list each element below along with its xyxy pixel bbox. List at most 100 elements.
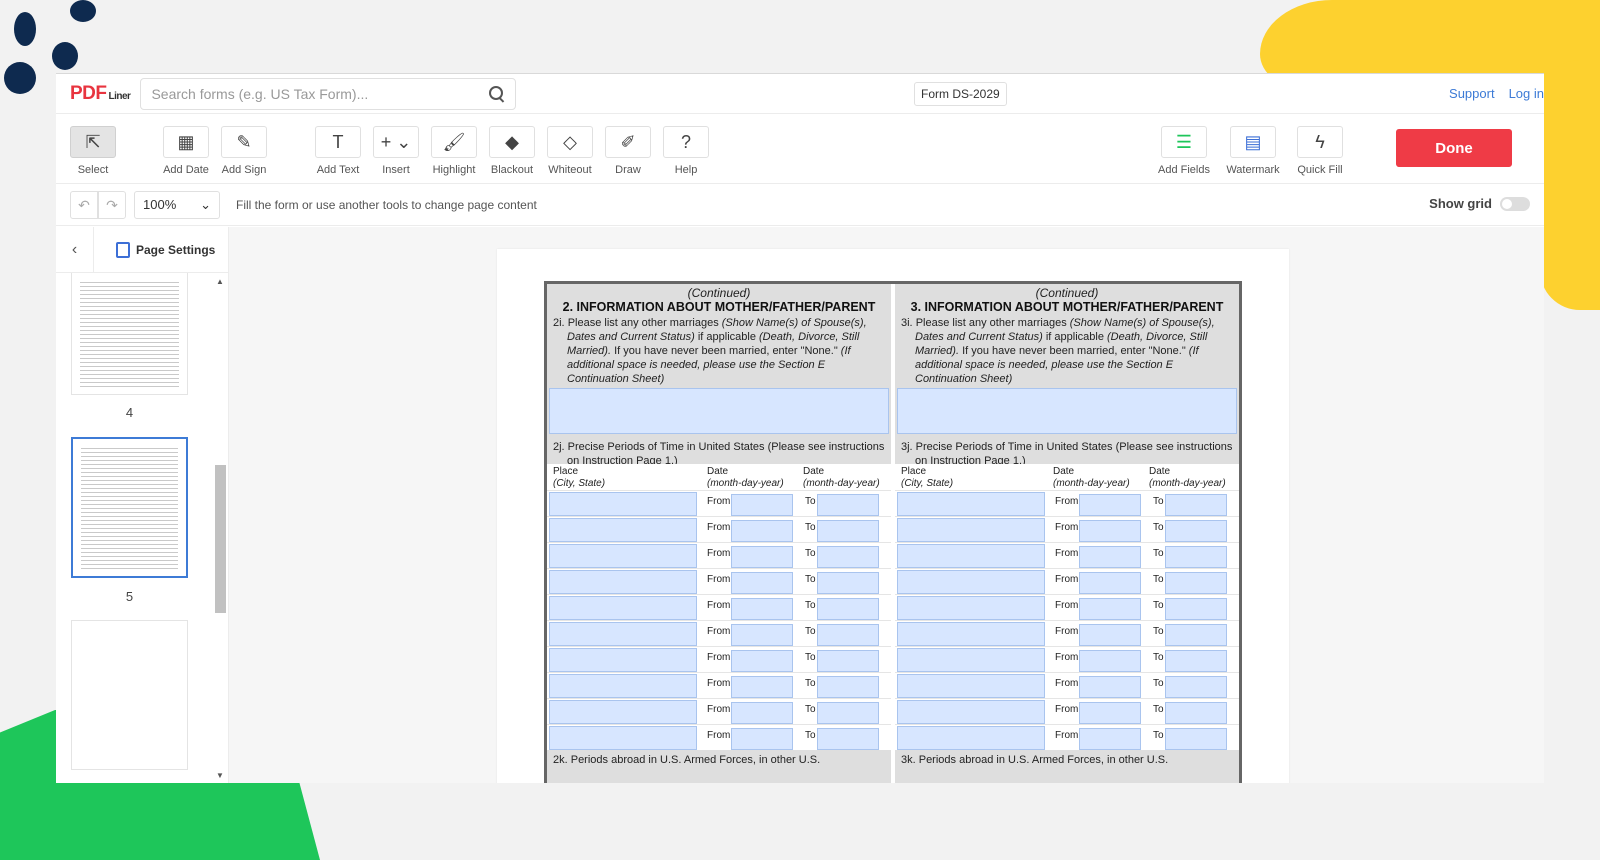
- page-thumbnail-6[interactable]: [71, 620, 188, 770]
- redo-icon[interactable]: ↷: [98, 191, 126, 219]
- watermark-tool[interactable]: ▤ Watermark: [1223, 126, 1283, 176]
- done-button[interactable]: Done: [1396, 129, 1512, 167]
- to-date-input[interactable]: [817, 676, 879, 698]
- place-input[interactable]: [549, 700, 697, 724]
- place-input[interactable]: [897, 700, 1045, 724]
- quick-fill-tool[interactable]: ϟ Quick Fill: [1290, 126, 1350, 176]
- show-grid-toggle[interactable]: Show grid: [1429, 196, 1530, 211]
- page-thumbnail-5[interactable]: [71, 437, 188, 578]
- from-date-input[interactable]: [731, 676, 793, 698]
- help-tool[interactable]: ? Help: [656, 126, 716, 176]
- from-date-input[interactable]: [1079, 624, 1141, 646]
- place-input[interactable]: [897, 570, 1045, 594]
- from-date-input[interactable]: [1079, 598, 1141, 620]
- place-input[interactable]: [549, 674, 697, 698]
- place-input[interactable]: [897, 622, 1045, 646]
- place-input[interactable]: [549, 648, 697, 672]
- undo-icon[interactable]: ↶: [70, 191, 98, 219]
- scrollbar-thumb[interactable]: [215, 465, 226, 613]
- place-input[interactable]: [549, 492, 697, 516]
- from-date-input[interactable]: [731, 572, 793, 594]
- place-input[interactable]: [897, 492, 1045, 516]
- scroll-down-icon[interactable]: ▼: [216, 771, 224, 780]
- from-date-input[interactable]: [1079, 650, 1141, 672]
- from-date-input[interactable]: [731, 728, 793, 750]
- from-date-input[interactable]: [731, 546, 793, 568]
- to-date-input[interactable]: [1165, 728, 1227, 750]
- support-link[interactable]: Support: [1449, 86, 1495, 101]
- marriages-field-3i[interactable]: [897, 388, 1237, 434]
- from-date-input[interactable]: [1079, 520, 1141, 542]
- place-input[interactable]: [897, 726, 1045, 750]
- to-date-input[interactable]: [1165, 494, 1227, 516]
- from-date-input[interactable]: [1079, 572, 1141, 594]
- to-date-input[interactable]: [1165, 650, 1227, 672]
- to-date-input[interactable]: [1165, 598, 1227, 620]
- to-date-input[interactable]: [817, 598, 879, 620]
- from-date-input[interactable]: [1079, 728, 1141, 750]
- page-number-4: 4: [125, 405, 134, 420]
- to-date-input[interactable]: [1165, 546, 1227, 568]
- from-date-input[interactable]: [1079, 702, 1141, 724]
- to-date-input[interactable]: [817, 494, 879, 516]
- place-input[interactable]: [549, 544, 697, 568]
- pdfliner-logo[interactable]: PDF Liner: [70, 83, 131, 105]
- marriages-field-2i[interactable]: [549, 388, 889, 434]
- from-date-input[interactable]: [731, 598, 793, 620]
- add-sign-tool[interactable]: ✎ Add Sign: [214, 126, 274, 176]
- to-date-input[interactable]: [1165, 676, 1227, 698]
- continued-label: (Continued): [1035, 286, 1099, 300]
- place-input[interactable]: [897, 648, 1045, 672]
- highlight-tool[interactable]: 🖌 Highlight: [424, 126, 484, 176]
- whiteout-tool[interactable]: ◇ Whiteout: [540, 126, 600, 176]
- scroll-up-icon[interactable]: ▲: [216, 277, 224, 286]
- to-date-input[interactable]: [817, 702, 879, 724]
- from-date-input[interactable]: [731, 702, 793, 724]
- toggle-switch[interactable]: [1500, 196, 1530, 211]
- from-date-input[interactable]: [731, 494, 793, 516]
- add-fields-tool[interactable]: ☰ Add Fields: [1154, 126, 1214, 176]
- login-link[interactable]: Log in: [1509, 86, 1544, 101]
- place-input[interactable]: [549, 622, 697, 646]
- add-text-tool[interactable]: T Add Text: [308, 126, 368, 176]
- search-input[interactable]: [151, 85, 490, 102]
- to-date-input[interactable]: [817, 520, 879, 542]
- to-date-input[interactable]: [817, 728, 879, 750]
- from-date-input[interactable]: [731, 624, 793, 646]
- from-date-input[interactable]: [1079, 494, 1141, 516]
- from-date-input[interactable]: [1079, 546, 1141, 568]
- add-date-tool[interactable]: ▦ Add Date: [156, 126, 216, 176]
- collapse-sidebar-icon[interactable]: ‹: [56, 226, 94, 273]
- search-box: [140, 77, 517, 110]
- tool-label: Insert: [382, 164, 410, 176]
- insert-tool[interactable]: + ⌄ Insert: [366, 126, 426, 176]
- select-tool[interactable]: ⇱ Select: [63, 126, 123, 176]
- from-date-input[interactable]: [1079, 676, 1141, 698]
- search-icon[interactable]: [489, 85, 505, 102]
- to-date-input[interactable]: [817, 572, 879, 594]
- page-settings-button[interactable]: Page Settings: [116, 241, 215, 258]
- place-input[interactable]: [897, 596, 1045, 620]
- place-input[interactable]: [549, 726, 697, 750]
- blackout-tool[interactable]: ◆ Blackout: [482, 126, 542, 176]
- sidebar-scrollbar[interactable]: ▲ ▼: [213, 273, 227, 783]
- from-date-input[interactable]: [731, 650, 793, 672]
- page-thumbnail-4[interactable]: [71, 273, 188, 395]
- to-date-input[interactable]: [817, 650, 879, 672]
- zoom-select[interactable]: 100% ⌄: [134, 191, 220, 219]
- place-input[interactable]: [549, 596, 697, 620]
- to-date-input[interactable]: [817, 546, 879, 568]
- place-input[interactable]: [897, 674, 1045, 698]
- place-input[interactable]: [897, 518, 1045, 542]
- to-date-input[interactable]: [1165, 702, 1227, 724]
- draw-tool[interactable]: ✐ Draw: [598, 126, 658, 176]
- to-date-input[interactable]: [1165, 572, 1227, 594]
- to-date-input[interactable]: [817, 624, 879, 646]
- place-input[interactable]: [897, 544, 1045, 568]
- place-input[interactable]: [549, 570, 697, 594]
- to-date-input[interactable]: [1165, 624, 1227, 646]
- place-input[interactable]: [549, 518, 697, 542]
- sub-toolbar: ↶ ↷ 100% ⌄ Fill the form or use another …: [56, 184, 1544, 226]
- to-date-input[interactable]: [1165, 520, 1227, 542]
- from-date-input[interactable]: [731, 520, 793, 542]
